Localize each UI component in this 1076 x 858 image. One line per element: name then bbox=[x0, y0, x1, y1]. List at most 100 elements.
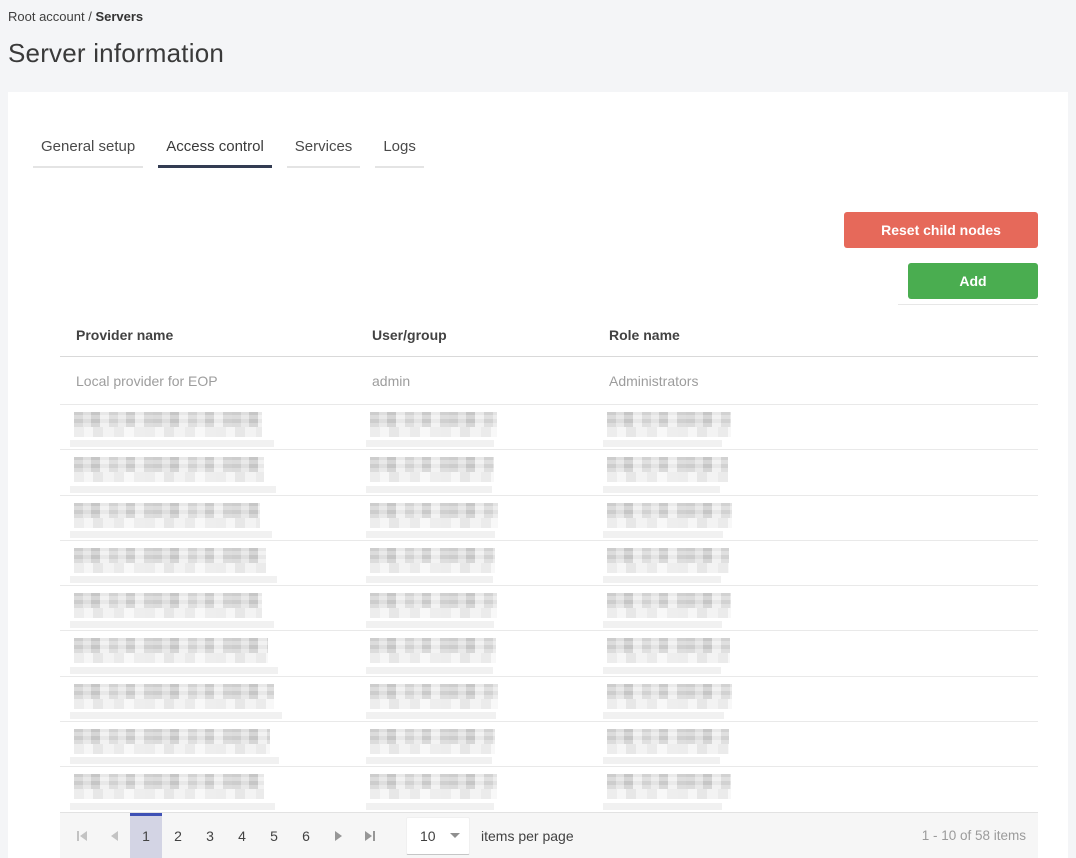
redacted-line bbox=[607, 608, 731, 619]
items-per-page-label: items per page bbox=[481, 827, 574, 844]
redacted-underbar bbox=[70, 802, 275, 810]
redacted-line bbox=[370, 653, 496, 664]
redacted-text-block bbox=[607, 457, 728, 483]
redacted-text-block bbox=[607, 547, 729, 573]
table-row[interactable] bbox=[60, 767, 1038, 813]
redacted-table-cell bbox=[593, 496, 1038, 540]
redacted-text-block bbox=[607, 502, 732, 528]
redacted-text-block bbox=[74, 683, 274, 709]
redacted-text-block bbox=[370, 638, 496, 664]
add-button[interactable]: Add bbox=[908, 263, 1038, 299]
redacted-line bbox=[370, 547, 495, 563]
redacted-text-block bbox=[607, 412, 731, 437]
reset-child-nodes-button[interactable]: Reset child nodes bbox=[844, 212, 1038, 248]
redacted-underbar bbox=[366, 440, 494, 448]
redacted-text-block bbox=[370, 683, 498, 709]
column-header-role-name[interactable]: Role name bbox=[593, 327, 1038, 343]
previous-page-icon bbox=[110, 830, 118, 841]
redacted-line bbox=[607, 502, 732, 518]
redacted-line bbox=[370, 502, 498, 518]
table-cell: admin bbox=[372, 372, 411, 389]
pager-page-1[interactable]: 1 bbox=[130, 813, 162, 858]
redacted-text-block bbox=[370, 774, 497, 800]
redacted-text-block bbox=[370, 412, 497, 437]
breadcrumb-parent[interactable]: Root account bbox=[8, 9, 85, 24]
redacted-table-cell bbox=[593, 450, 1038, 494]
redacted-line bbox=[607, 744, 729, 755]
redacted-line bbox=[607, 653, 730, 664]
redacted-line bbox=[74, 608, 262, 619]
redacted-table-cell bbox=[356, 450, 593, 494]
redacted-underbar bbox=[603, 576, 721, 584]
table-row[interactable] bbox=[60, 405, 1038, 451]
redacted-line bbox=[370, 427, 497, 437]
redacted-underbar bbox=[366, 712, 496, 720]
tab-logs[interactable]: Logs bbox=[375, 130, 424, 168]
redacted-line bbox=[74, 562, 266, 573]
first-page-button[interactable] bbox=[66, 813, 98, 858]
redacted-line bbox=[74, 517, 260, 528]
table-row[interactable] bbox=[60, 677, 1038, 723]
table-row[interactable] bbox=[60, 496, 1038, 541]
breadcrumb-current: Servers bbox=[95, 9, 144, 24]
redacted-line bbox=[607, 562, 729, 573]
table-row[interactable] bbox=[60, 450, 1038, 496]
redacted-line bbox=[370, 729, 495, 745]
redacted-line bbox=[74, 729, 270, 745]
page-size-dropdown[interactable]: 10 bbox=[406, 816, 470, 855]
grid-body: Local provider for EOP admin Administrator… bbox=[60, 357, 1038, 813]
redacted-line bbox=[74, 502, 260, 518]
column-header-provider-name[interactable]: Provider name bbox=[60, 327, 356, 343]
redacted-line bbox=[74, 547, 266, 563]
redacted-text-block bbox=[74, 412, 262, 437]
table-row[interactable] bbox=[60, 631, 1038, 677]
tab-access-control[interactable]: Access control bbox=[158, 130, 272, 168]
redacted-line bbox=[370, 608, 497, 619]
table-row[interactable] bbox=[60, 722, 1038, 768]
page-title: Server information bbox=[8, 38, 225, 68]
breadcrumb-separator: / bbox=[84, 9, 96, 24]
redacted-line bbox=[607, 729, 729, 745]
redacted-underbar bbox=[366, 757, 492, 765]
pager-page-4[interactable]: 4 bbox=[226, 813, 258, 858]
tab-general-setup[interactable]: General setup bbox=[33, 130, 144, 168]
table-row[interactable] bbox=[60, 541, 1038, 587]
redacted-text-block bbox=[607, 683, 732, 709]
tab-label: General setup bbox=[41, 138, 136, 155]
redacted-table-cell bbox=[60, 631, 356, 675]
redacted-line bbox=[607, 472, 728, 483]
pager-page-2[interactable]: 2 bbox=[162, 813, 194, 858]
next-page-icon bbox=[334, 830, 342, 841]
redacted-table-cell bbox=[356, 541, 593, 585]
redacted-underbar bbox=[70, 576, 277, 584]
redacted-line bbox=[74, 412, 262, 427]
redacted-line bbox=[370, 683, 498, 699]
redacted-underbar bbox=[70, 666, 278, 674]
last-page-button[interactable] bbox=[354, 813, 386, 858]
table-row[interactable]: Local provider for EOP admin Administrator… bbox=[60, 357, 1038, 405]
next-page-button[interactable] bbox=[322, 813, 354, 858]
top-header: Root account / Servers Server informatio… bbox=[0, 0, 1076, 69]
redacted-line bbox=[607, 427, 731, 437]
pager-page-3[interactable]: 3 bbox=[194, 813, 226, 858]
redacted-underbar bbox=[366, 530, 495, 538]
redacted-line bbox=[607, 412, 731, 427]
table-row[interactable] bbox=[60, 586, 1038, 632]
redacted-underbar bbox=[366, 485, 492, 493]
redacted-text-block bbox=[607, 638, 730, 664]
redacted-line bbox=[607, 789, 731, 800]
pager-page-5[interactable]: 5 bbox=[258, 813, 290, 858]
tab-content: Reset child nodes Add Provider name User/… bbox=[8, 212, 1068, 813]
redacted-text-block bbox=[74, 729, 270, 755]
redacted-underbar bbox=[603, 440, 722, 448]
redacted-line bbox=[74, 698, 274, 709]
redacted-table-cell bbox=[356, 677, 593, 721]
pager-range-label: 1 - 10 of 58 items bbox=[921, 828, 1026, 843]
previous-page-button[interactable] bbox=[98, 813, 130, 858]
pager-page-6[interactable]: 6 bbox=[290, 813, 322, 858]
redacted-table-cell bbox=[60, 496, 356, 540]
redacted-underbar bbox=[366, 621, 494, 629]
column-header-user-group[interactable]: User/group bbox=[356, 327, 593, 343]
tab-services[interactable]: Services bbox=[286, 130, 361, 168]
redacted-table-cell bbox=[593, 631, 1038, 675]
